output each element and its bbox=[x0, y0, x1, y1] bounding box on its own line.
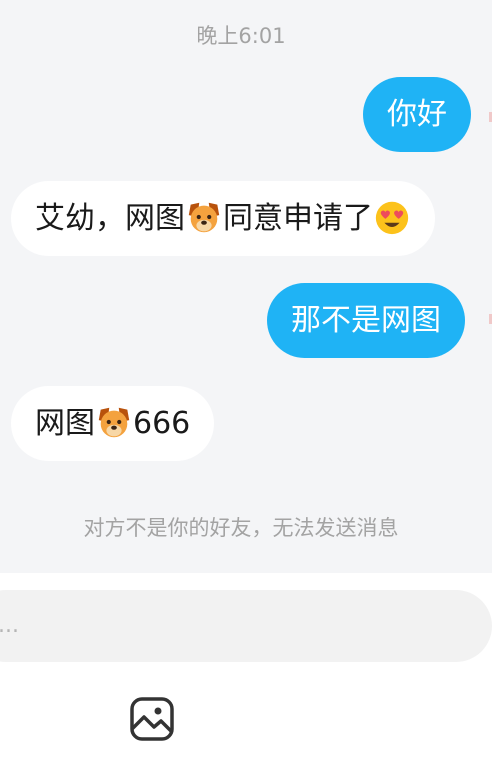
chat-screen: 晚上6:01 你好 艾幼，网图 同意申请了 那不是网图 网图 666 对方不是你的好… bbox=[0, 0, 492, 780]
message-text: 你好 bbox=[387, 97, 447, 132]
message-timestamp: 晚上6:01 bbox=[196, 24, 286, 48]
message-input[interactable]: ... bbox=[0, 590, 492, 662]
message-text: 666 bbox=[133, 406, 191, 441]
message-text: 那不是网图 bbox=[291, 303, 441, 338]
message-text: 网图 bbox=[35, 406, 95, 441]
dog-face-icon bbox=[95, 403, 133, 441]
message-bubble-received[interactable]: 网图 666 bbox=[11, 386, 215, 461]
not-friend-notice: 对方不是你的好友，无法发送消息 bbox=[83, 516, 399, 540]
message-text: 同意申请了 bbox=[223, 201, 373, 236]
heart-eyes-icon bbox=[373, 198, 411, 236]
message-bubble-received[interactable]: 艾幼，网图 同意申请了 bbox=[11, 181, 435, 256]
dog-face-icon bbox=[185, 198, 223, 236]
composer-panel: ... bbox=[0, 573, 492, 780]
message-bubble-sent[interactable]: 你好 bbox=[363, 77, 471, 152]
image-icon[interactable] bbox=[128, 695, 176, 743]
message-bubble-sent[interactable]: 那不是网图 bbox=[267, 283, 465, 358]
message-text: 艾幼，网图 bbox=[35, 201, 185, 236]
